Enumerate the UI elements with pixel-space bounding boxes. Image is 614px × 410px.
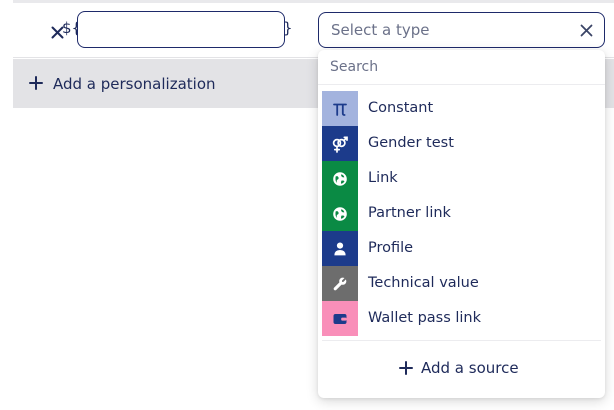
clear-type-button[interactable]	[577, 21, 595, 39]
option-technical-value[interactable]: Technical value	[322, 266, 605, 301]
type-option-list: Constant Gender test Link Partner link P…	[322, 91, 605, 336]
globe-icon	[322, 161, 358, 196]
option-label: Wallet pass link	[368, 310, 482, 326]
wallet-icon	[322, 301, 358, 336]
type-select[interactable]: Select a type	[318, 12, 605, 48]
close-icon	[580, 24, 592, 36]
type-select-placeholder: Select a type	[331, 21, 430, 39]
plus-icon	[27, 74, 45, 92]
option-constant[interactable]: Constant	[322, 91, 605, 126]
option-wallet-pass-link[interactable]: Wallet pass link	[322, 301, 605, 336]
wrench-icon	[322, 266, 358, 301]
type-dropdown: Constant Gender test Link	[318, 50, 605, 398]
plus-icon	[398, 360, 414, 376]
option-partner-link[interactable]: Partner link	[322, 196, 605, 231]
add-source-button[interactable]: Add a source	[398, 356, 519, 380]
gender-icon	[322, 126, 358, 161]
option-label: Profile	[368, 240, 414, 256]
option-link[interactable]: Link	[322, 161, 605, 196]
dropdown-search-input[interactable]	[318, 50, 605, 85]
option-gender-test[interactable]: Gender test	[322, 126, 605, 161]
option-label: Link	[368, 170, 398, 186]
globe-icon	[322, 196, 358, 231]
add-personalization-label: Add a personalization	[53, 75, 216, 93]
user-icon	[322, 231, 358, 266]
option-label: Gender test	[368, 135, 454, 151]
option-label: Constant	[368, 100, 434, 116]
variable-name-input[interactable]	[77, 11, 285, 48]
variable-suffix: }	[283, 19, 293, 37]
pi-icon	[322, 91, 358, 126]
option-profile[interactable]: Profile	[322, 231, 605, 266]
option-label: Partner link	[368, 205, 451, 221]
dropdown-divider	[322, 340, 601, 341]
add-source-label: Add a source	[421, 359, 519, 377]
option-label: Technical value	[368, 275, 479, 291]
